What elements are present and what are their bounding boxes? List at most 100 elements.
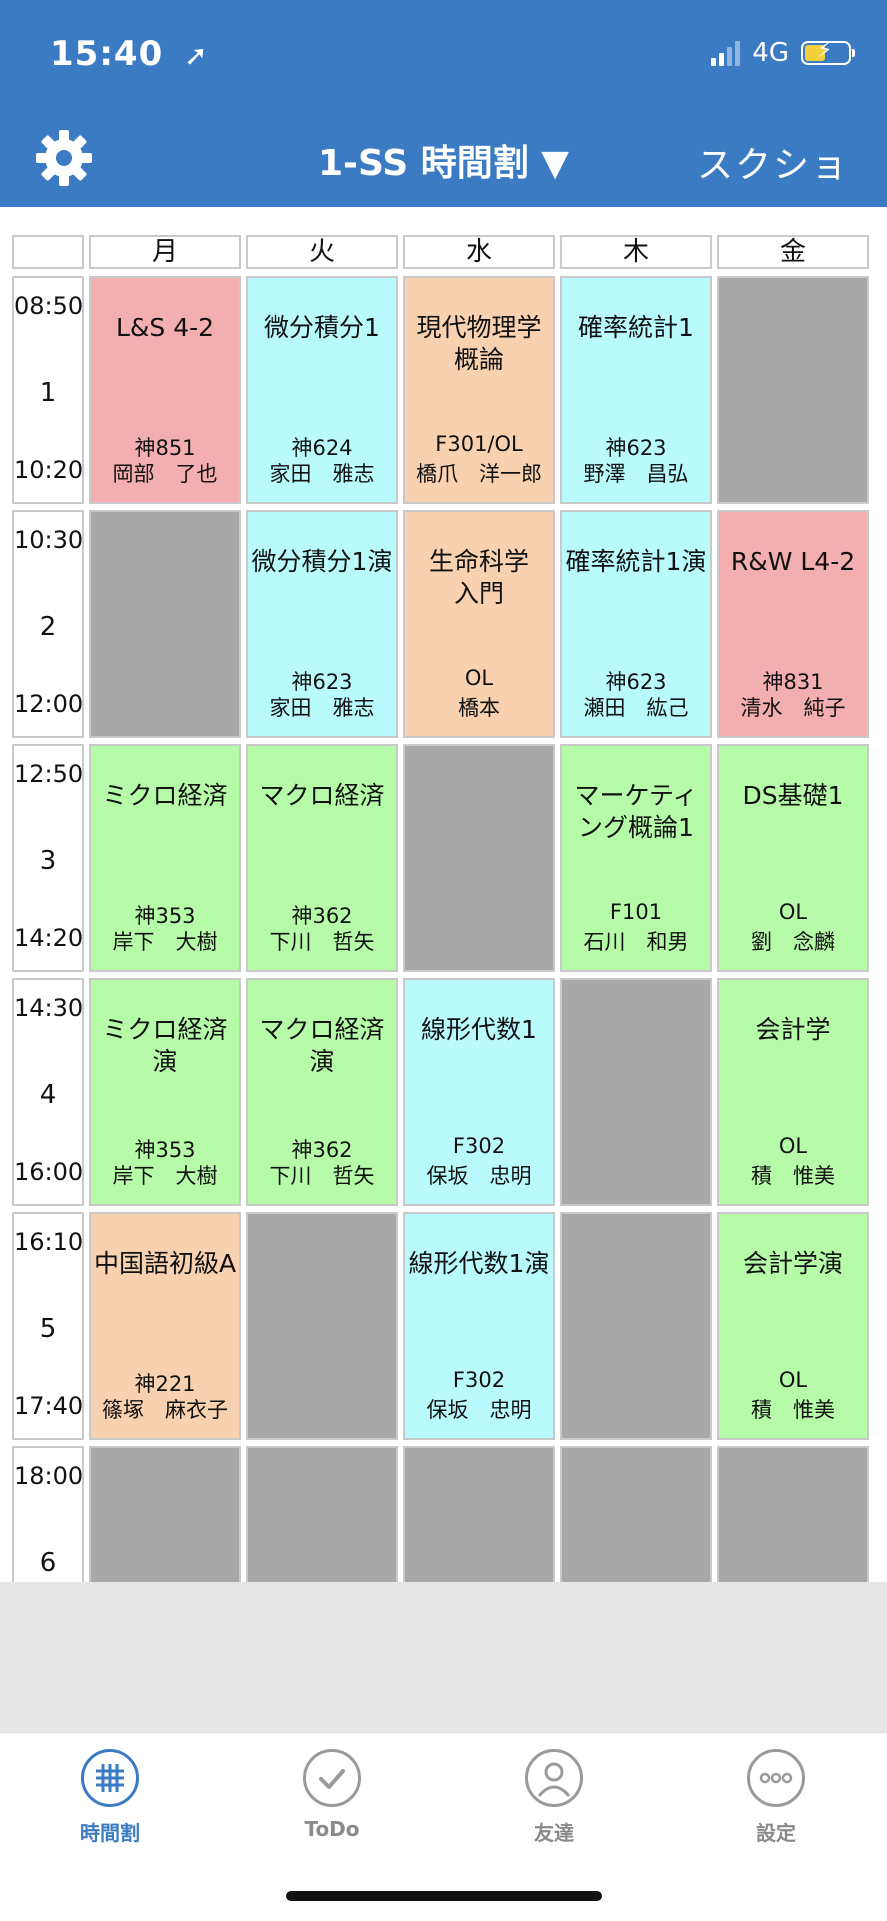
course-cell[interactable]: 会計学 OL 積 惟美 — [717, 978, 869, 1206]
period-end-time: 17:40 — [14, 1392, 84, 1420]
more-icon — [747, 1749, 805, 1807]
period-start-time: 14:30 — [14, 994, 84, 1022]
empty-slot[interactable] — [246, 1446, 398, 1582]
course-name: 線形代数1演 — [408, 1249, 550, 1278]
course-teacher: 橋本 — [458, 696, 500, 720]
status-time: 15:40 ➚ — [50, 34, 209, 74]
course-name: 確率統計1 — [578, 313, 694, 342]
course-name: 生命科学 入門 — [428, 547, 529, 608]
course-teacher: 石川 和男 — [583, 930, 689, 954]
course-cell[interactable]: マーケティ ング概論1 F101 石川 和男 — [560, 744, 712, 972]
course-room: F302 — [452, 1368, 506, 1392]
check-icon — [303, 1749, 361, 1807]
period-start-time: 16:10 — [14, 1228, 84, 1256]
tab-timetable[interactable]: 時間割 — [35, 1749, 185, 1846]
day-header: 月 — [89, 235, 241, 269]
course-room: OL — [778, 1134, 808, 1158]
course-teacher: 清水 純子 — [740, 696, 846, 720]
course-cell[interactable]: 中国語初級A 神221 篠塚 麻衣子 — [89, 1212, 241, 1440]
course-cell[interactable]: R&W L4-2 神831 清水 純子 — [717, 510, 869, 738]
day-header: 水 — [403, 235, 555, 269]
course-teacher: 保坂 忠明 — [426, 1164, 532, 1188]
empty-slot[interactable] — [717, 276, 869, 504]
timetable-grid: 月火水木金 08:50 1 10:20 10:30 2 12:00 12:50 3 14:20 14… — [0, 207, 887, 1582]
course-cell[interactable]: DS基礎1 OL 劉 念麟 — [717, 744, 869, 972]
course-cell[interactable]: 線形代数1 F302 保坂 忠明 — [403, 978, 555, 1206]
course-teacher: 積 惟美 — [751, 1398, 835, 1422]
period-number: 3 — [39, 846, 57, 876]
empty-slot[interactable] — [246, 1212, 398, 1440]
period-start-time: 08:50 — [14, 292, 84, 320]
empty-slot[interactable] — [403, 1446, 555, 1582]
course-cell[interactable]: 会計学演 OL 積 惟美 — [717, 1212, 869, 1440]
period-cell: 08:50 1 10:20 — [12, 276, 84, 504]
course-room: F302 — [452, 1134, 506, 1158]
period-start-time: 12:50 — [14, 760, 84, 788]
course-teacher: 下川 哲矢 — [269, 930, 375, 954]
course-name: 中国語初級A — [93, 1249, 237, 1278]
course-cell[interactable]: 微分積分1 神624 家田 雅志 — [246, 276, 398, 504]
empty-slot[interactable] — [560, 978, 712, 1206]
tab-settings[interactable]: 設定 — [701, 1749, 851, 1846]
course-cell[interactable]: 微分積分1演 神623 家田 雅志 — [246, 510, 398, 738]
period-end-time: 16:00 — [14, 1158, 84, 1186]
empty-slot[interactable] — [560, 1446, 712, 1582]
course-name: 会計学演 — [742, 1249, 843, 1278]
period-number: 6 — [39, 1548, 57, 1578]
period-number: 5 — [39, 1314, 57, 1344]
battery-charging-icon: ⚡ — [801, 38, 855, 65]
course-cell[interactable]: マクロ経済 演神362 下川 哲矢 — [246, 978, 398, 1206]
course-cell[interactable]: 確率統計1演 神623 瀬田 紘己 — [560, 510, 712, 738]
tab-label: 設定 — [756, 1821, 796, 1845]
empty-slot[interactable] — [560, 1212, 712, 1440]
screenshot-button[interactable]: スクショ — [697, 136, 849, 188]
tab-todo[interactable]: ToDo — [257, 1749, 407, 1841]
empty-slot[interactable] — [89, 510, 241, 738]
day-header: 金 — [717, 235, 869, 269]
course-teacher: 橋爪 洋一郎 — [416, 462, 542, 486]
location-arrow-icon: ➚ — [184, 39, 209, 72]
course-cell[interactable]: マクロ経済 神362 下川 哲矢 — [246, 744, 398, 972]
network-type: 4G — [752, 38, 789, 68]
course-cell[interactable]: ミクロ経済 演神353 岸下 大樹 — [89, 978, 241, 1206]
course-teacher: 保坂 忠明 — [426, 1398, 532, 1422]
course-teacher: 下川 哲矢 — [269, 1164, 375, 1188]
course-cell[interactable]: ミクロ経済 神353 岸下 大樹 — [89, 744, 241, 972]
period-end-time: 12:00 — [14, 690, 84, 718]
course-name: マクロ経済 — [259, 781, 385, 810]
person-icon — [525, 1749, 583, 1807]
period-end-time: 10:20 — [14, 456, 84, 484]
period-cell: 10:30 2 12:00 — [12, 510, 84, 738]
course-cell[interactable]: 現代物理学 概論 F301/OL 橋爪 洋一郎 — [403, 276, 555, 504]
status-indicators: 4G ⚡ — [711, 38, 855, 68]
period-cell: 18:00 6 — [12, 1446, 84, 1582]
period-start-time: 10:30 — [14, 526, 84, 554]
tab-label: 友達 — [534, 1821, 574, 1845]
empty-slot[interactable] — [403, 744, 555, 972]
course-name: 線形代数1 — [421, 1015, 537, 1044]
app-header: 15:40 ➚ 4G ⚡ 1-SS 時間割 ▼ スクショ — [0, 0, 887, 207]
course-cell[interactable]: 線形代数1演 F302 保坂 忠明 — [403, 1212, 555, 1440]
day-header: 火 — [246, 235, 398, 269]
course-cell[interactable]: L&S 4-2 神851 岡部 了也 — [89, 276, 241, 504]
course-teacher: 劉 念麟 — [751, 930, 835, 954]
empty-slot[interactable] — [717, 1446, 869, 1582]
course-room: OL — [778, 1368, 808, 1392]
course-room: F301/OL — [435, 432, 523, 456]
course-teacher: 家田 雅志 — [269, 462, 375, 486]
course-cell[interactable]: 生命科学 入門 OL 橋本 — [403, 510, 555, 738]
tab-friends[interactable]: 友達 — [479, 1749, 629, 1846]
clock-text: 15:40 — [50, 34, 164, 74]
course-name: 会計学 — [755, 1015, 831, 1044]
course-name: 現代物理学 概論 — [416, 313, 542, 374]
course-teacher: 野澤 昌弘 — [583, 462, 689, 486]
course-name: 確率統計1演 — [565, 547, 707, 576]
empty-slot[interactable] — [89, 1446, 241, 1582]
course-name: L&S 4-2 — [115, 313, 215, 342]
empty-area — [0, 1582, 887, 1732]
period-cell: 14:30 4 16:00 — [12, 978, 84, 1206]
course-cell[interactable]: 確率統計1 神623 野澤 昌弘 — [560, 276, 712, 504]
course-teacher: 岸下 大樹 — [112, 1164, 218, 1188]
course-name: 微分積分1演 — [251, 547, 393, 576]
period-number: 2 — [39, 612, 57, 642]
